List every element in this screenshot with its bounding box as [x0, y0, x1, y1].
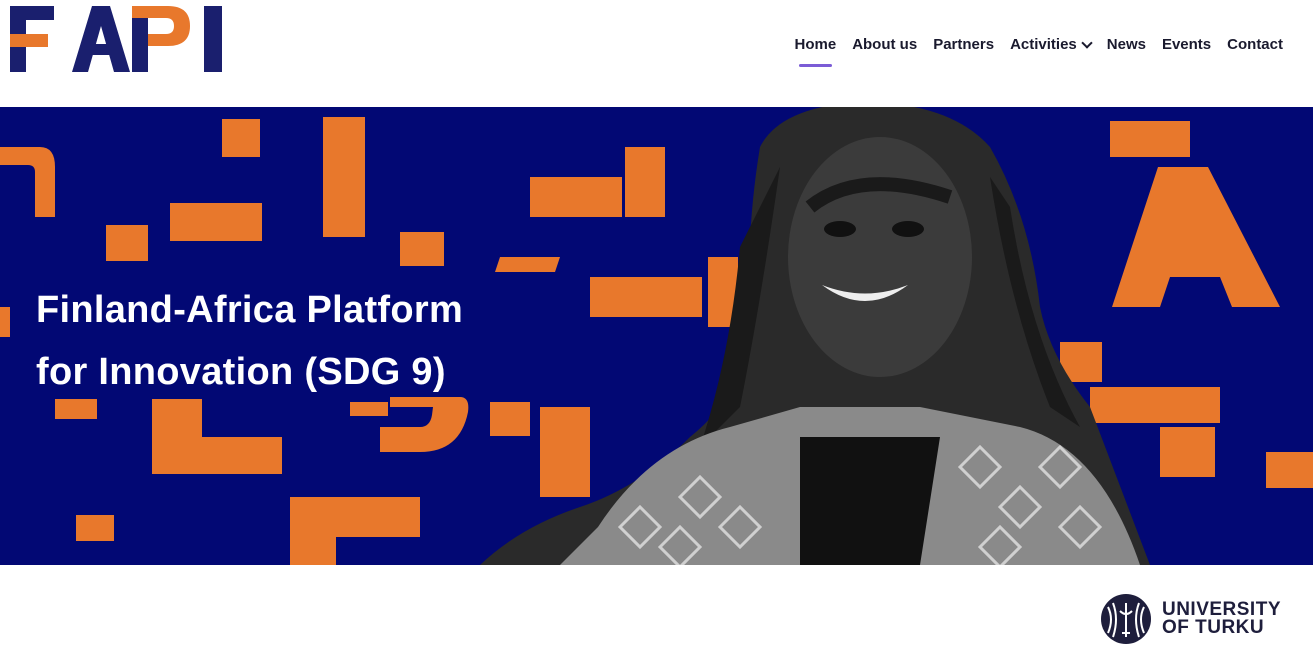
- chevron-down-icon: [1081, 36, 1093, 49]
- hero-title-line1: Finland-Africa Platform: [36, 289, 464, 331]
- nav-news[interactable]: News: [1107, 36, 1146, 53]
- fapi-logo[interactable]: [10, 4, 225, 74]
- university-of-turku-logo[interactable]: UNIVERSITY OF TURKU: [1100, 593, 1281, 645]
- nav-about-us[interactable]: About us: [852, 36, 917, 53]
- nav-home[interactable]: Home: [795, 36, 836, 67]
- nav-events[interactable]: Events: [1162, 36, 1211, 53]
- content-area: UNIVERSITY OF TURKU: [0, 565, 1313, 656]
- nav-partners[interactable]: Partners: [933, 36, 994, 53]
- hero-banner: Finland-Africa Platform for Innovation (…: [0, 107, 1313, 565]
- hero-title: Finland-Africa Platform for Innovation (…: [36, 279, 463, 403]
- site-header: Home About us Partners Activities News E…: [0, 0, 1313, 107]
- hero-title-line2: for Innovation (SDG 9): [36, 351, 446, 393]
- university-name: UNIVERSITY OF TURKU: [1161, 600, 1281, 638]
- nav-contact[interactable]: Contact: [1227, 36, 1283, 53]
- nav-activities-label: Activities: [1010, 36, 1077, 53]
- nav-activities[interactable]: Activities: [1010, 36, 1093, 53]
- main-nav: Home About us Partners Activities News E…: [795, 36, 1283, 67]
- university-crest-icon: [1100, 594, 1151, 644]
- university-name-line2: OF TURKU: [1161, 617, 1265, 638]
